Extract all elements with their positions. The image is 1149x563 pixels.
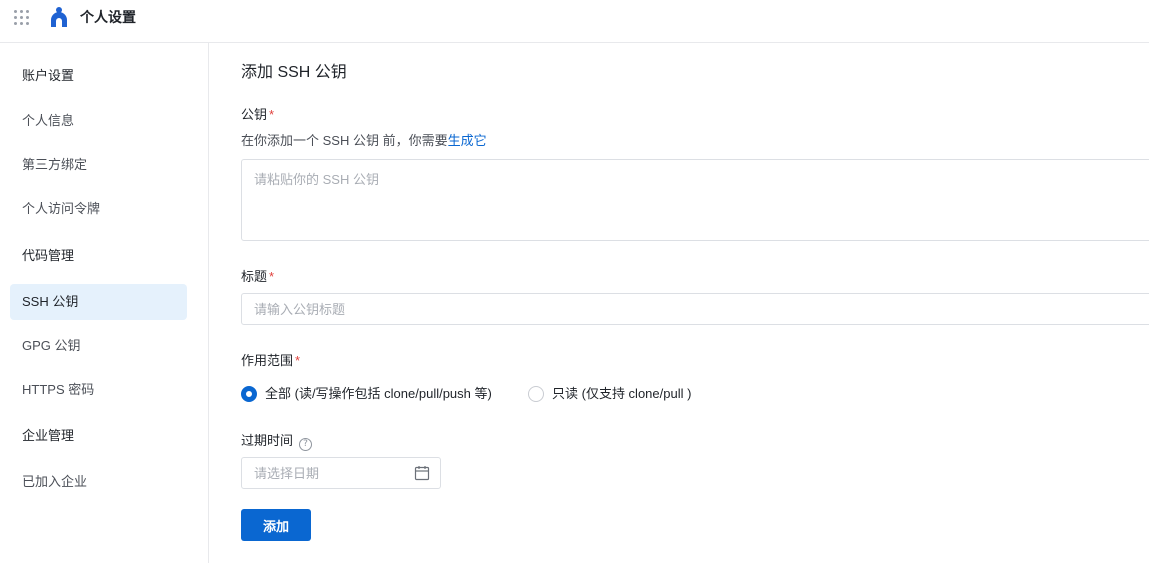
sidebar-item-ssh-key[interactable]: SSH 公钥 [10,284,187,320]
sidebar-item-third-party[interactable]: 第三方绑定 [10,147,187,183]
sidebar-group-code: 代码管理 [22,248,75,263]
scope-option-all-label: 全部 (读/写操作包括 clone/pull/push 等) [265,386,492,401]
sidebar-item-gpg-key[interactable]: GPG 公钥 [10,328,187,364]
title-label: 标题 * [241,269,274,285]
sidebar-item-https-password[interactable]: HTTPS 密码 [10,372,187,408]
sidebar-item-access-token[interactable]: 个人访问令牌 [10,191,187,227]
scope-label-text: 作用范围 [241,353,294,368]
required-mark: * [269,269,275,284]
generate-key-link[interactable]: 生成它 [448,133,487,148]
calendar-icon [414,466,430,481]
radio-checked-icon[interactable] [241,386,257,402]
public-key-label-text: 公钥 [241,107,268,122]
scope-option-readonly[interactable]: 只读 (仅支持 clone/pull ) [528,385,691,403]
sidebar-group-enterprise: 企业管理 [22,428,75,443]
sidebar-item-profile[interactable]: 个人信息 [10,103,187,139]
title-label-text: 标题 [241,269,268,284]
app-grid-icon[interactable] [14,10,29,25]
main-content: 添加 SSH 公钥 公钥* 在你添加一个 SSH 公钥 前，你需要生成它 标题*… [209,43,1149,563]
public-key-label: 公钥 * [241,107,274,123]
radio-unchecked-icon[interactable] [528,386,544,402]
required-mark: * [295,353,301,368]
expiry-label-text: 过期时间 [241,433,294,448]
public-key-hint-text: 在你添加一个 SSH 公钥 前，你需要 [241,133,448,148]
scope-label: 作用范围 * [241,353,300,369]
required-mark: * [269,107,275,122]
help-icon[interactable]: ? [299,438,313,451]
scope-option-readonly-label: 只读 (仅支持 clone/pull ) [552,386,692,401]
add-button[interactable]: 添加 [241,509,311,541]
sidebar-group-account: 账户设置 [22,68,75,83]
sidebar-item-joined-enterprises[interactable]: 已加入企业 [10,464,187,500]
key-title-input[interactable] [241,293,1149,325]
logo-icon [51,7,67,27]
page-title: 添加 SSH 公钥 [241,64,347,81]
public-key-hint: 在你添加一个 SSH 公钥 前，你需要生成它 [241,133,487,149]
date-placeholder: 请选择日期 [254,466,320,481]
expiry-date-picker[interactable]: 请选择日期 [241,457,441,489]
expiry-label: 过期时间? [241,433,313,451]
sidebar: 账户设置 个人信息 第三方绑定 个人访问令牌 代码管理 SSH 公钥 GPG 公… [0,43,209,563]
top-bar: 个人设置 [0,0,1149,43]
app-title: 个人设置 [80,9,136,25]
scope-option-all[interactable]: 全部 (读/写操作包括 clone/pull/push 等) [241,385,492,403]
public-key-textarea[interactable] [241,159,1149,241]
